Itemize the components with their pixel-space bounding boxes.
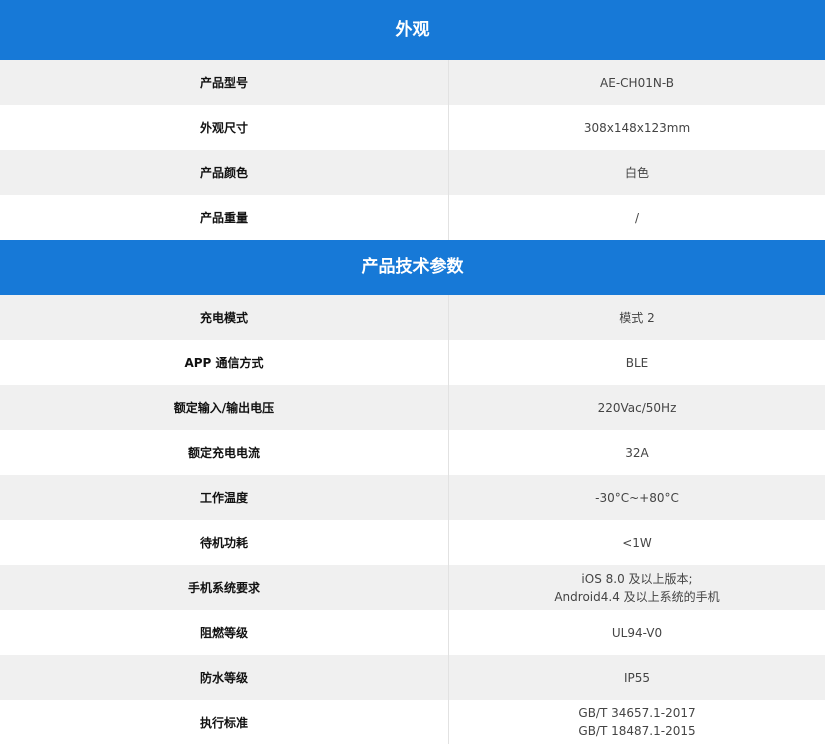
spec-row-standby-power: 待机功耗 <1W — [0, 520, 825, 565]
spec-value: AE-CH01N-B — [600, 75, 674, 90]
spec-row-model: 产品型号 AE-CH01N-B — [0, 60, 825, 105]
spec-label: 阻燃等级 — [0, 610, 449, 655]
spec-row-current: 额定充电电流 32A — [0, 430, 825, 475]
spec-value-line: Android4.4 及以上系统的手机 — [554, 589, 720, 604]
spec-value-cell: GB/T 34657.1-2017 GB/T 18487.1-2015 — [449, 700, 825, 744]
spec-value: 308x148x123mm — [583, 120, 691, 135]
spec-row-weight: 产品重量 / — [0, 195, 825, 240]
spec-row-standards: 执行标准 GB/T 34657.1-2017 GB/T 18487.1-2015 — [0, 700, 825, 744]
spec-value-cell: AE-CH01N-B — [449, 60, 825, 105]
spec-value: BLE — [625, 355, 649, 370]
spec-value-cell: iOS 8.0 及以上版本; Android4.4 及以上系统的手机 — [449, 565, 825, 610]
spec-label: 产品重量 — [0, 195, 449, 240]
spec-row-temperature: 工作温度 -30°C~+80°C — [0, 475, 825, 520]
spec-row-dimensions: 外观尺寸 308x148x123mm — [0, 105, 825, 150]
spec-value: <1W — [622, 535, 652, 550]
spec-value: 32A — [625, 445, 649, 460]
spec-value-cell: 32A — [449, 430, 825, 475]
spec-value: UL94-V0 — [611, 625, 663, 640]
spec-label: 额定输入/输出电压 — [0, 385, 449, 430]
spec-label: 工作温度 — [0, 475, 449, 520]
spec-value-line: GB/T 34657.1-2017 — [578, 706, 696, 720]
spec-label: 外观尺寸 — [0, 105, 449, 150]
spec-value-cell: BLE — [449, 340, 825, 385]
spec-value-cell: / — [449, 195, 825, 240]
spec-row-color: 产品颜色 白色 — [0, 150, 825, 195]
spec-row-charging-mode: 充电模式 模式 2 — [0, 295, 825, 340]
spec-value-cell: UL94-V0 — [449, 610, 825, 655]
spec-value-line: iOS 8.0 及以上版本; — [581, 571, 693, 586]
spec-label: 手机系统要求 — [0, 565, 449, 610]
spec-label: 产品颜色 — [0, 150, 449, 195]
spec-value: / — [634, 210, 640, 225]
spec-label: 充电模式 — [0, 295, 449, 340]
spec-value-cell: <1W — [449, 520, 825, 565]
spec-table: 外观 产品型号 AE-CH01N-B 外观尺寸 308x148x123mm 产品… — [0, 0, 825, 744]
spec-value: 模式 2 — [619, 310, 655, 325]
section-header-appearance: 外观 — [0, 0, 825, 60]
spec-row-phone-requirements: 手机系统要求 iOS 8.0 及以上版本; Android4.4 及以上系统的手… — [0, 565, 825, 610]
spec-row-app-comm: APP 通信方式 BLE — [0, 340, 825, 385]
spec-value: 220Vac/50Hz — [597, 400, 677, 415]
section-header-tech-params: 产品技术参数 — [0, 240, 825, 295]
spec-label: 防水等级 — [0, 655, 449, 700]
spec-value-cell: 白色 — [449, 150, 825, 195]
spec-value: 白色 — [624, 165, 649, 180]
spec-value-cell: IP55 — [449, 655, 825, 700]
spec-value: IP55 — [623, 670, 651, 685]
spec-label: APP 通信方式 — [0, 340, 449, 385]
spec-value-cell: 308x148x123mm — [449, 105, 825, 150]
spec-label: 待机功耗 — [0, 520, 449, 565]
spec-row-flame-rating: 阻燃等级 UL94-V0 — [0, 610, 825, 655]
spec-label: 额定充电电流 — [0, 430, 449, 475]
spec-label: 产品型号 — [0, 60, 449, 105]
spec-value-cell: 模式 2 — [449, 295, 825, 340]
spec-value: -30°C~+80°C — [595, 490, 679, 505]
spec-value-cell: 220Vac/50Hz — [449, 385, 825, 430]
spec-label: 执行标准 — [0, 700, 449, 744]
spec-row-waterproof: 防水等级 IP55 — [0, 655, 825, 700]
spec-row-voltage: 额定输入/输出电压 220Vac/50Hz — [0, 385, 825, 430]
spec-value-line: GB/T 18487.1-2015 — [578, 724, 696, 738]
spec-value-cell: -30°C~+80°C — [449, 475, 825, 520]
